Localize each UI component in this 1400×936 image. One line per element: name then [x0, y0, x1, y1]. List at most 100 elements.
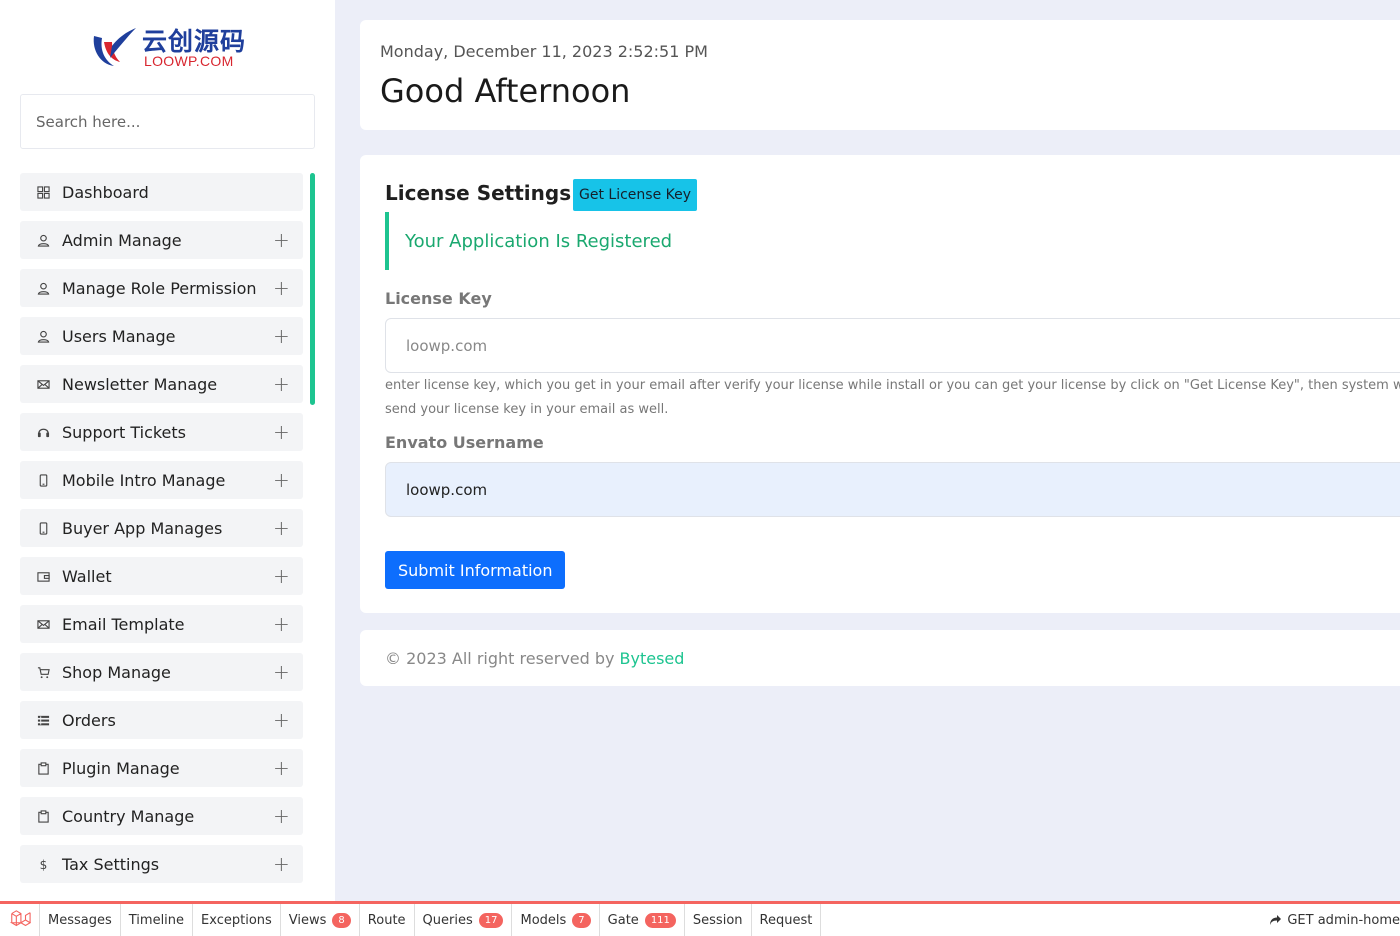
sidebar-item-email-template[interactable]: Email Template +: [20, 605, 303, 643]
expand-plus-icon[interactable]: +: [273, 326, 290, 346]
logo[interactable]: 云创源码 LOOWP.COM: [90, 22, 250, 70]
sidebar-item-newsletter-manage[interactable]: Newsletter Manage +: [20, 365, 303, 403]
expand-plus-icon[interactable]: +: [273, 566, 290, 586]
svg-text:$: $: [39, 858, 47, 871]
sidebar-item-admin-manage[interactable]: Admin Manage +: [20, 221, 303, 259]
envelope-icon: [36, 617, 50, 631]
debugbar-tab-label: Views: [288, 912, 327, 928]
greeting-card: Monday, December 11, 2023 2:52:51 PM Goo…: [360, 20, 1400, 130]
sidebar-item-manage-role-permission[interactable]: Manage Role Permission +: [20, 269, 303, 307]
license-key-label: License Key: [385, 289, 492, 308]
expand-plus-icon[interactable]: +: [273, 278, 290, 298]
sidebar-item-dashboard[interactable]: Dashboard: [20, 173, 303, 211]
clipboard-icon: [36, 761, 50, 775]
logo-mark-icon: [93, 28, 136, 66]
envato-username-label: Envato Username: [385, 433, 544, 452]
sidebar-item-wallet[interactable]: Wallet +: [20, 557, 303, 595]
sidebar-item-mobile-intro-manage[interactable]: Mobile Intro Manage +: [20, 461, 303, 499]
footer-brand-link[interactable]: Bytesed: [620, 649, 685, 668]
sidebar-item-label: Country Manage: [62, 806, 195, 826]
debugbar-tab-label: Session: [692, 912, 743, 928]
sidebar-item-label: Shop Manage: [62, 662, 171, 682]
debugbar-tabs: Messages Timeline Exceptions Views 8 Route Que…: [40, 904, 822, 936]
sidebar-item-orders[interactable]: Orders +: [20, 701, 303, 739]
envato-username-input[interactable]: [385, 462, 1400, 517]
debugbar-tab-exceptions[interactable]: Exceptions: [193, 904, 281, 936]
list-icon: [36, 713, 50, 727]
expand-plus-icon[interactable]: +: [273, 518, 290, 538]
user-icon: [36, 233, 50, 247]
expand-plus-icon[interactable]: +: [273, 854, 290, 874]
debugbar-tab-views[interactable]: Views 8: [281, 904, 360, 936]
debugbar-tab-messages[interactable]: Messages: [40, 904, 121, 936]
sidebar-item-label: Email Template: [62, 614, 185, 634]
license-key-help: enter license key, which you get in your…: [385, 378, 1400, 417]
debugbar-tab-models[interactable]: Models 7: [512, 904, 600, 936]
license-settings-card: License Settings Get License Key Your Ap…: [360, 155, 1400, 613]
sidebar-item-country-manage[interactable]: Country Manage +: [20, 797, 303, 835]
wallet-icon: [36, 569, 50, 583]
cart-icon: [36, 665, 50, 679]
expand-plus-icon[interactable]: +: [273, 806, 290, 826]
clipboard-icon: [36, 809, 50, 823]
sidebar-item-label: Newsletter Manage: [62, 374, 218, 394]
expand-plus-icon[interactable]: +: [273, 230, 290, 250]
debugbar-tab-request[interactable]: Request: [752, 904, 822, 936]
logo-text-en: LOOWP.COM: [144, 53, 234, 69]
user-icon: [36, 281, 50, 295]
expand-plus-icon[interactable]: +: [273, 662, 290, 682]
sidebar-item-label: Manage Role Permission: [62, 278, 257, 298]
sidebar-item-label: Plugin Manage: [62, 758, 180, 778]
mobile-icon: [36, 473, 50, 487]
mobile-icon: [36, 521, 50, 535]
expand-plus-icon[interactable]: +: [273, 614, 290, 634]
registered-alert: Your Application Is Registered: [385, 212, 1400, 270]
user-icon: [36, 329, 50, 343]
debugbar-tab-queries[interactable]: Queries 17: [415, 904, 513, 936]
expand-plus-icon[interactable]: +: [273, 758, 290, 778]
sidebar-item-users-manage[interactable]: Users Manage +: [20, 317, 303, 355]
grid-icon: [36, 185, 50, 199]
debugbar-tab-route[interactable]: Route: [360, 904, 415, 936]
copyright-text: © 2023 All right reserved by: [385, 648, 615, 668]
debugbar-tab-timeline[interactable]: Timeline: [121, 904, 194, 936]
sidebar-item-label: Tax Settings: [62, 854, 160, 874]
sidebar-item-label: Support Tickets: [62, 422, 187, 442]
search-input[interactable]: [20, 94, 315, 149]
expand-plus-icon[interactable]: +: [273, 710, 290, 730]
greeting-title: Good Afternoon: [380, 72, 631, 110]
debugbar-route[interactable]: GET admin-home: [1269, 904, 1400, 936]
count-badge: 8: [332, 912, 351, 928]
sidebar-item-plugin-manage[interactable]: Plugin Manage +: [20, 749, 303, 787]
submit-information-button[interactable]: Submit Information: [385, 551, 566, 589]
license-key-input[interactable]: [385, 318, 1400, 373]
count-badge: 17: [478, 912, 504, 928]
debugbar-tab-gate[interactable]: Gate 111: [600, 904, 685, 936]
sidebar-item-tax-settings[interactable]: $ Tax Settings +: [20, 845, 303, 883]
debugbar-tab-label: Request: [759, 912, 813, 928]
debugbar: Messages Timeline Exceptions Views 8 Route Que…: [0, 901, 1400, 936]
debugbar-tab-label: Messages: [48, 912, 112, 928]
expand-plus-icon[interactable]: +: [273, 374, 290, 394]
debugbar-tab-label: Models: [520, 912, 567, 928]
count-badge: 111: [644, 912, 676, 928]
sidebar-item-support-tickets[interactable]: Support Tickets +: [20, 413, 303, 451]
debugbar-tab-session[interactable]: Session: [685, 904, 752, 936]
expand-plus-icon[interactable]: +: [273, 422, 290, 442]
share-icon: [1270, 915, 1282, 925]
laravel-logo-icon[interactable]: [0, 904, 40, 936]
sidebar-item-shop-manage[interactable]: Shop Manage +: [20, 653, 303, 691]
expand-plus-icon[interactable]: +: [273, 470, 290, 490]
current-datetime: Monday, December 11, 2023 2:52:51 PM: [380, 42, 708, 61]
sidebar-item-label: Dashboard: [62, 182, 149, 202]
sidebar-item-buyer-app-manages[interactable]: Buyer App Manages +: [20, 509, 303, 547]
sidebar-item-label: Admin Manage: [62, 230, 182, 250]
headset-icon: [36, 425, 50, 439]
get-license-key-button[interactable]: Get License Key: [573, 179, 698, 211]
sidebar-scrollbar[interactable]: [310, 173, 315, 405]
sidebar-item-label: Buyer App Manages: [62, 518, 223, 538]
debugbar-tab-label: Route: [367, 912, 406, 928]
debugbar-route-text: GET admin-home: [1287, 912, 1400, 928]
dollar-icon: $: [36, 857, 50, 871]
sidebar-item-label: Wallet: [62, 566, 112, 586]
